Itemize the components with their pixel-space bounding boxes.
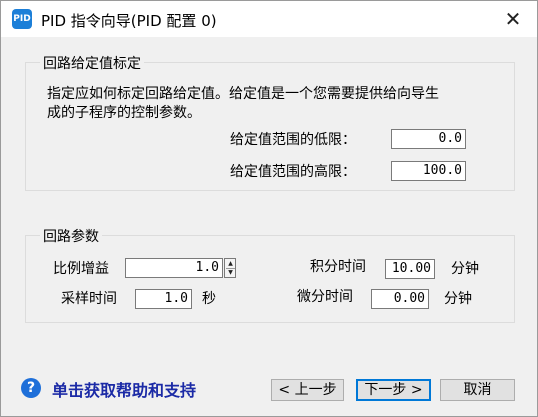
help-icon[interactable]: ?: [21, 378, 41, 398]
spin-up-icon[interactable]: ▲: [226, 260, 235, 269]
setpoint-low-input[interactable]: 0.0: [391, 129, 466, 149]
setpoint-high-label: 给定值范围的高限：: [230, 164, 356, 180]
integral-time-input[interactable]: 10.00: [385, 259, 435, 279]
pid-wizard-dialog: PID PID 指令向导(PID 配置 0) ✕ 回路给定值标定 指定应如何标定…: [0, 0, 538, 417]
cancel-button[interactable]: 取消: [440, 379, 515, 401]
setpoint-description-line1: 指定应如何标定回路给定值。给定值是一个您需要提供给向导生: [47, 86, 439, 102]
sample-time-label: 采样时间: [61, 291, 117, 307]
sample-time-input[interactable]: 1.0: [135, 289, 192, 309]
gain-input[interactable]: 1.0: [125, 258, 223, 278]
derivative-time-input[interactable]: 0.00: [371, 289, 429, 309]
loop-parameters-group: 回路参数 比例增益 1.0 ▲ ▼ 采样时间 1.0 秒 积分时间 10.00 …: [25, 226, 515, 323]
setpoint-scaling-group: 回路给定值标定 指定应如何标定回路给定值。给定值是一个您需要提供给向导生 成的子…: [25, 53, 515, 191]
previous-button[interactable]: < 上一步: [271, 379, 344, 401]
spin-down-icon[interactable]: ▼: [226, 269, 235, 277]
gain-label: 比例增益: [53, 261, 109, 277]
setpoint-high-input[interactable]: 100.0: [391, 161, 466, 181]
derivative-time-unit: 分钟: [444, 291, 472, 307]
window-title: PID 指令向导(PID 配置 0): [41, 12, 217, 30]
integral-time-label: 积分时间: [310, 259, 366, 275]
setpoint-low-label: 给定值范围的低限：: [230, 132, 356, 148]
pid-app-icon: PID: [12, 9, 32, 29]
sample-time-unit: 秒: [202, 291, 216, 307]
help-support-link[interactable]: 单击获取帮助和支持: [52, 377, 196, 401]
close-icon[interactable]: ✕: [501, 7, 525, 31]
setpoint-description-line2: 成的子程序的控制参数。: [47, 105, 201, 121]
derivative-time-label: 微分时间: [297, 289, 353, 305]
params-group-label: 回路参数: [40, 226, 102, 246]
gain-spinner[interactable]: ▲ ▼: [224, 258, 236, 278]
next-button[interactable]: 下一步 >: [356, 379, 431, 401]
integral-time-unit: 分钟: [451, 261, 479, 277]
title-bar: PID PID 指令向导(PID 配置 0) ✕: [1, 1, 537, 37]
setpoint-group-label: 回路给定值标定: [40, 53, 144, 73]
